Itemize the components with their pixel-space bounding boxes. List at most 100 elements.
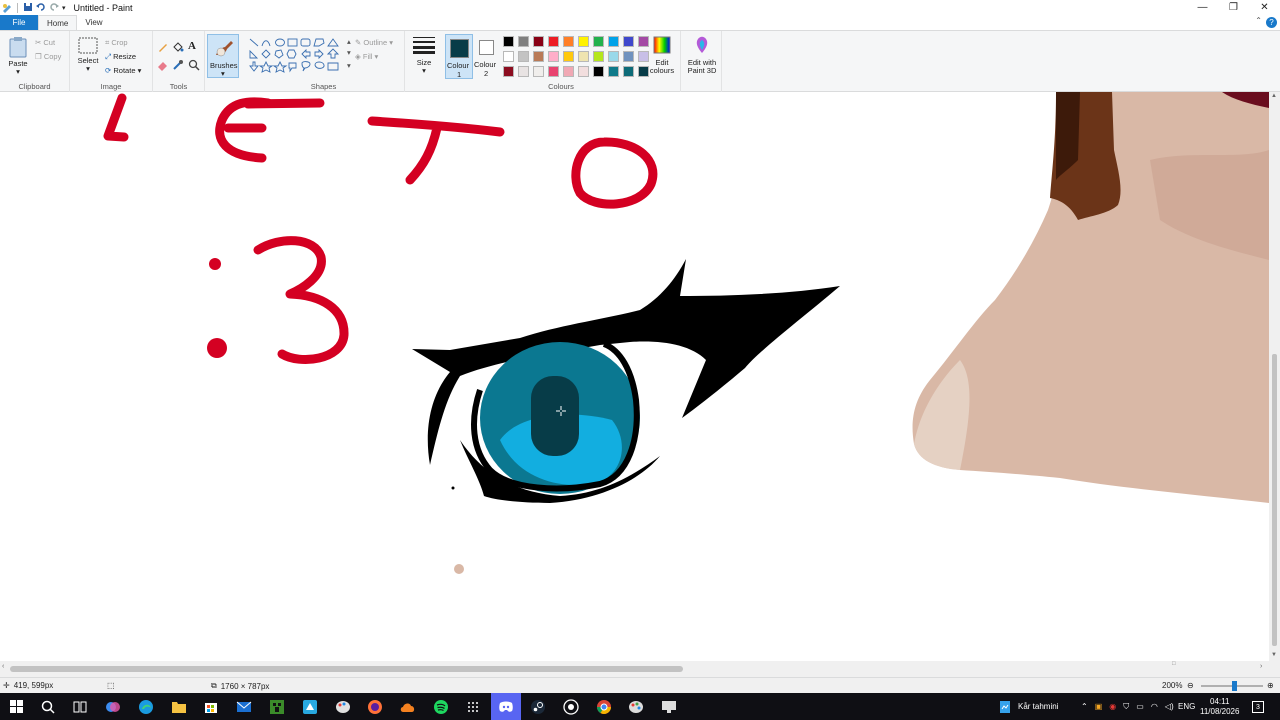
colour-picker-icon[interactable] (172, 59, 184, 73)
palette-swatch[interactable] (593, 66, 604, 77)
outline-dropdown[interactable]: ✎ Outline ▾ (355, 38, 393, 47)
resize-button[interactable]: ⤢ Resize (105, 52, 136, 62)
copilot-icon[interactable] (104, 698, 121, 715)
spotify-icon[interactable] (432, 698, 449, 715)
horizontal-scroll-thumb[interactable] (10, 666, 683, 672)
volume-icon[interactable]: ◁) (1165, 702, 1174, 711)
palette-swatch[interactable] (518, 66, 529, 77)
paste-button[interactable]: Paste ▾ (5, 36, 31, 76)
save-icon[interactable] (23, 2, 33, 14)
rotate-button[interactable]: ⟳ Rotate ▾ (105, 66, 141, 75)
palette-swatch[interactable] (518, 36, 529, 47)
zoom-slider[interactable] (1201, 681, 1263, 691)
task-view-icon[interactable] (71, 698, 88, 715)
palette-swatch[interactable] (533, 36, 544, 47)
tab-view[interactable]: View (77, 15, 110, 30)
notifications-button[interactable]: 3 (1252, 693, 1264, 720)
tray-app-orange-icon[interactable]: ▣ (1095, 702, 1103, 711)
firefox-icon[interactable] (366, 698, 383, 715)
clock[interactable]: 04:11 11/08/2026 (1200, 693, 1239, 720)
palette-swatch[interactable] (518, 51, 529, 62)
file-explorer-icon[interactable] (170, 698, 187, 715)
zoom-slider-thumb[interactable] (1232, 681, 1237, 691)
tab-home[interactable]: Home (38, 15, 78, 30)
help-icon[interactable]: ? (1266, 17, 1277, 28)
palette-swatch[interactable] (503, 36, 514, 47)
palette-swatch[interactable] (593, 51, 604, 62)
remote-desktop-icon[interactable] (660, 698, 677, 715)
undo-icon[interactable] (36, 2, 46, 14)
pencil-icon[interactable] (157, 41, 169, 55)
eraser-icon[interactable] (157, 59, 169, 73)
palette-swatch[interactable] (593, 36, 604, 47)
minimize-button[interactable]: — (1187, 0, 1218, 15)
copy-button[interactable]: ❐ Copy (35, 52, 61, 61)
palette-swatch[interactable] (608, 51, 619, 62)
scroll-left-icon[interactable]: ‹ (2, 663, 4, 670)
tray-app-monitor-icon[interactable]: ▭ (1136, 702, 1144, 711)
weather-widget[interactable]: Kår tahmini (998, 693, 1058, 720)
zoom-out-button[interactable]: ⊖ (1187, 681, 1194, 690)
palette-swatch[interactable] (503, 66, 514, 77)
mail-icon[interactable] (235, 698, 252, 715)
palette-swatch[interactable] (623, 66, 634, 77)
zoom-in-button[interactable]: ⊕ (1267, 681, 1274, 690)
crop-button[interactable]: ⌗ Crop (105, 38, 128, 48)
palette-swatch[interactable] (578, 36, 589, 47)
size-button[interactable]: Size ▾ (410, 36, 438, 75)
select-button[interactable]: Select ▾ (75, 37, 101, 73)
fill-dropdown[interactable]: ◈ Fill ▾ (355, 52, 378, 61)
start-button[interactable] (8, 698, 25, 715)
collapse-ribbon-icon[interactable]: ⌃ (1255, 16, 1262, 25)
edit-colours-button[interactable]: Edit colours (648, 36, 676, 75)
shapes-gallery[interactable] (248, 37, 350, 77)
brushes-button[interactable]: Brushes ▾ (207, 34, 239, 78)
cut-button[interactable]: ✂ Cut (35, 38, 55, 47)
palette-swatch[interactable] (578, 66, 589, 77)
scroll-up-icon[interactable]: ▲ (1271, 93, 1277, 99)
tray-app-red-icon[interactable]: ◉ (1109, 702, 1116, 711)
paint-active-icon[interactable] (627, 698, 644, 715)
palette-swatch[interactable] (623, 51, 634, 62)
wifi-icon[interactable]: ◠ (1151, 702, 1158, 711)
chrome-icon[interactable] (595, 698, 612, 715)
discord-icon[interactable] (491, 693, 521, 720)
palette-swatch[interactable] (548, 66, 559, 77)
cloud-app-icon[interactable] (399, 698, 416, 715)
palette-swatch[interactable] (503, 51, 514, 62)
fill-bucket-icon[interactable] (172, 41, 184, 55)
redo-icon[interactable] (49, 2, 59, 14)
colour-1-button[interactable]: Colour 1 (445, 34, 473, 79)
customize-quick-access-icon[interactable]: ▾ (62, 4, 66, 12)
horizontal-scrollbar[interactable]: ‹ □ › (0, 661, 1280, 677)
minecraft-icon[interactable] (268, 698, 285, 715)
chevron-up-icon[interactable]: ⌃ (1081, 702, 1088, 711)
paint-taskbar-icon[interactable] (334, 698, 351, 715)
search-icon[interactable] (39, 698, 56, 715)
store-icon[interactable] (202, 698, 219, 715)
palette-swatch[interactable] (533, 51, 544, 62)
palette-swatch[interactable] (533, 66, 544, 77)
palette-swatch[interactable] (608, 66, 619, 77)
palette-swatch[interactable] (548, 36, 559, 47)
palette-swatch[interactable] (563, 36, 574, 47)
text-tool-icon[interactable]: A (188, 40, 196, 52)
app-blue-icon[interactable] (301, 698, 318, 715)
colour-2-button[interactable]: Colour 2 (474, 34, 500, 79)
palette-swatch[interactable] (578, 51, 589, 62)
scroll-right-icon[interactable]: › (1260, 663, 1262, 670)
language-indicator[interactable]: ENG (1178, 693, 1195, 720)
canvas-resize-handle[interactable]: □ (1172, 661, 1176, 667)
edit-with-paint3d-button[interactable]: Edit with Paint 3D (683, 36, 721, 75)
palette-swatch[interactable] (563, 51, 574, 62)
palette-swatch[interactable] (608, 36, 619, 47)
vertical-scroll-thumb[interactable] (1272, 354, 1277, 646)
drawing-canvas[interactable] (0, 92, 1269, 661)
github-icon[interactable] (562, 698, 579, 715)
palette-swatch[interactable] (548, 51, 559, 62)
tab-file[interactable]: File (0, 15, 38, 30)
edge-icon[interactable] (137, 698, 154, 715)
palette-swatch[interactable] (623, 36, 634, 47)
steam-icon[interactable] (529, 698, 546, 715)
palette-swatch[interactable] (563, 66, 574, 77)
